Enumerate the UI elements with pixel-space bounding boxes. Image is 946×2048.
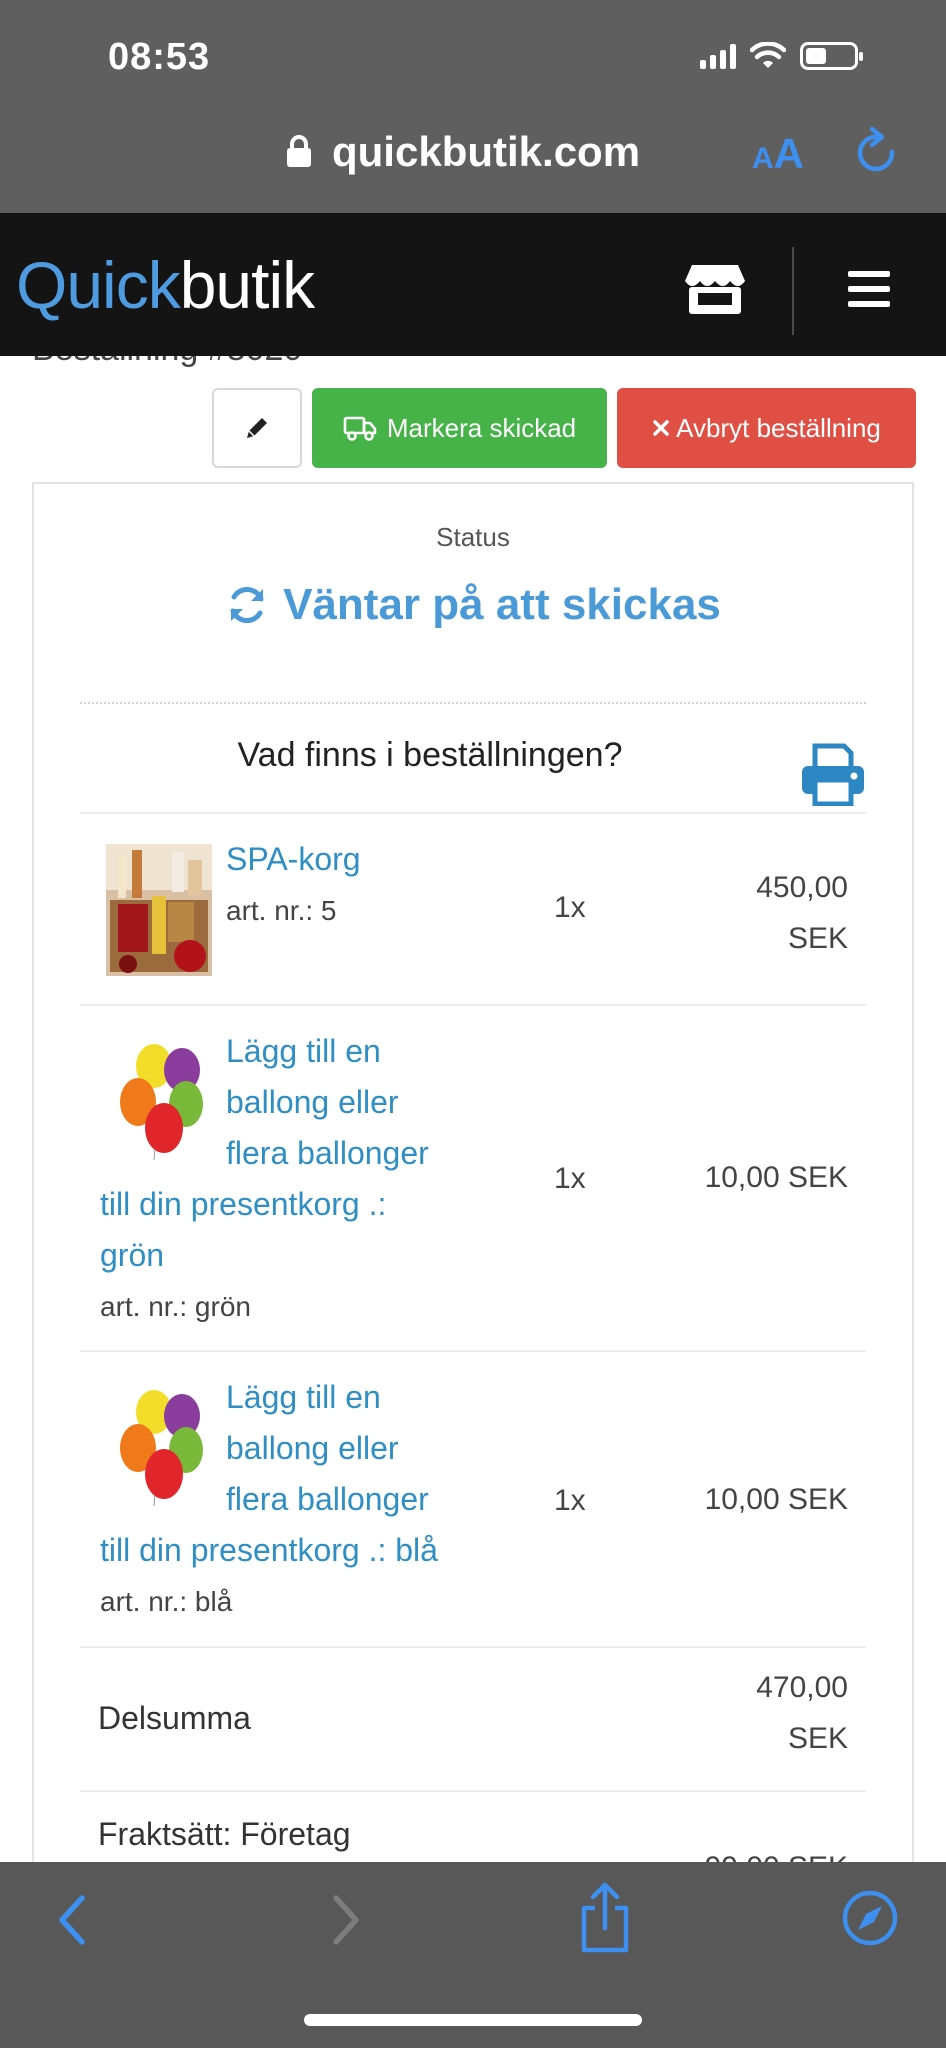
balloons-image: [120, 1044, 203, 1161]
status-icons: [700, 42, 863, 70]
header-divider: [792, 247, 794, 335]
compass-icon[interactable]: [840, 1888, 900, 1948]
item-name-line[interactable]: till din presentkorg .:: [100, 1179, 386, 1230]
store-icon[interactable]: [684, 263, 746, 315]
url-bar[interactable]: quickbutik.com AA: [0, 118, 946, 188]
subtotal-amount: 470,00: [756, 1671, 848, 1704]
item-name-line[interactable]: ballong eller: [226, 1077, 429, 1128]
item-name-line[interactable]: Lägg till en: [226, 1026, 429, 1077]
hamburger-menu-icon[interactable]: [848, 271, 890, 307]
truck-icon: [343, 416, 377, 441]
item-name-line[interactable]: till din presentkorg .: blå: [100, 1525, 438, 1576]
order-item-row: Lägg till en ballong eller flera ballong…: [80, 1350, 866, 1646]
shipping-label: Fraktsätt: Företag: [98, 1816, 351, 1852]
safari-toolbar: [0, 1862, 946, 2048]
item-name-line[interactable]: flera ballonger: [226, 1128, 429, 1179]
url-text[interactable]: quickbutik.com: [332, 128, 640, 176]
wifi-icon: [750, 42, 786, 68]
item-quantity: 1x: [554, 891, 586, 924]
item-price-currency: SEK: [787, 922, 848, 955]
ios-status-and-url-bar: 08:53 quickbutik.com AA: [0, 0, 946, 213]
row-divider: [80, 1790, 866, 1792]
item-name-line[interactable]: Lägg till en: [226, 1372, 429, 1423]
item-art-number: art. nr.: blå: [100, 1586, 233, 1617]
pencil-icon: [247, 418, 267, 438]
status-time: 08:53: [108, 36, 211, 78]
item-name-line[interactable]: flera ballonger: [226, 1474, 429, 1525]
order-items-heading: Vad finns i beställningen?: [237, 736, 623, 774]
battery-icon: [800, 42, 863, 70]
print-icon[interactable]: [800, 740, 866, 806]
refresh-icon: [230, 586, 264, 624]
text-size-button[interactable]: AA: [752, 130, 804, 178]
balloons-image: [120, 1390, 203, 1507]
spa-basket-image: [106, 844, 212, 976]
quickbutik-logo[interactable]: Quickbutik: [16, 247, 315, 323]
back-icon[interactable]: [54, 1892, 90, 1948]
share-icon[interactable]: [576, 1882, 634, 1954]
text-size-big: A: [773, 130, 805, 177]
item-price-amount: 450,00: [756, 871, 848, 904]
signal-icon: [700, 43, 736, 69]
item-price: 10,00 SEK: [704, 1161, 848, 1194]
edit-button[interactable]: [212, 388, 302, 468]
order-item-row: SPA-korg art. nr.: 5 1x 450,00 SEK: [80, 812, 866, 1004]
item-art-number: art. nr.: grön: [100, 1291, 251, 1322]
home-indicator: [304, 2014, 642, 2026]
reload-icon[interactable]: [852, 126, 902, 180]
status-value: Väntar på att skickas: [34, 580, 912, 630]
item-name-line[interactable]: ballong eller: [226, 1423, 429, 1474]
forward-icon[interactable]: [328, 1892, 364, 1948]
row-divider: [80, 1646, 866, 1648]
subtotal-label: Delsumma: [98, 1700, 251, 1736]
item-price: 450,00 SEK: [756, 862, 848, 964]
status-label: Status: [436, 522, 510, 552]
item-art-number: art. nr.: 5: [226, 895, 337, 926]
item-quantity: 1x: [554, 1484, 586, 1517]
subtotal-currency: SEK: [787, 1722, 848, 1755]
lock-icon: [287, 135, 311, 167]
item-name-line[interactable]: grön: [100, 1230, 386, 1281]
logo-quick: Quick: [16, 248, 181, 322]
mark-shipped-label: Markera skickad: [386, 412, 577, 443]
item-name[interactable]: SPA-korg: [226, 834, 361, 885]
mark-shipped-button[interactable]: Markera skickad: [312, 388, 607, 468]
site-header: Quickbutik: [0, 213, 946, 356]
cancel-order-label: Avbryt beställning: [676, 412, 881, 443]
subtotal-value: 470,00 SEK: [756, 1662, 848, 1764]
order-item-row: Lägg till en ballong eller flera ballong…: [80, 1004, 866, 1350]
status-text: Väntar på att skickas: [283, 580, 721, 629]
item-price: 10,00 SEK: [704, 1483, 848, 1516]
order-actions: Markera skickad Avbryt beställning: [212, 388, 916, 468]
item-quantity: 1x: [554, 1162, 586, 1195]
dotted-divider: [80, 702, 866, 704]
text-size-small: A: [752, 142, 774, 175]
cancel-order-button[interactable]: Avbryt beställning: [617, 388, 916, 468]
close-icon: [653, 420, 669, 436]
logo-butik: butik: [179, 248, 315, 322]
order-card: Status Väntar på att skickas Vad finns i…: [32, 482, 914, 2048]
